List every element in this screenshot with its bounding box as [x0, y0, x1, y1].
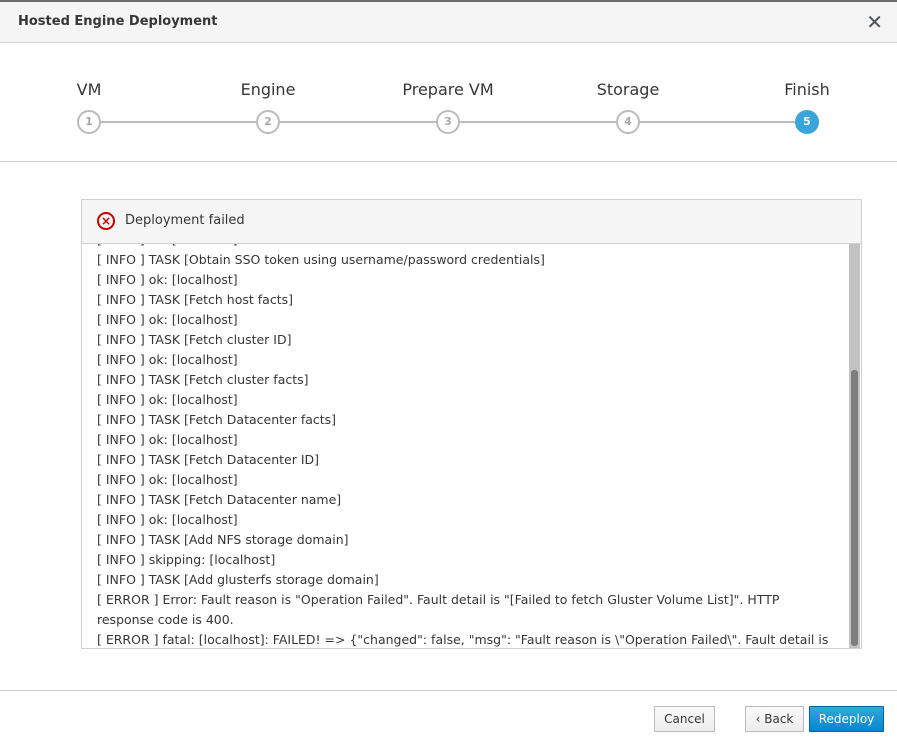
- dialog-header: Hosted Engine Deployment ✕: [0, 0, 897, 43]
- log-line: [ INFO ] TASK [Fetch cluster ID]: [97, 332, 292, 347]
- error-circle-icon: ×: [97, 212, 115, 230]
- log-line: [ INFO ] ok: [localhost]: [97, 472, 238, 487]
- step-label: Finish: [784, 80, 830, 99]
- log-line: [ INFO ] ok: [localhost]: [97, 272, 238, 287]
- log-line: [ INFO ] TASK [Fetch Datacenter ID]: [97, 452, 320, 467]
- log-line: [ INFO ] TASK [Add NFS storage domain]: [97, 532, 349, 547]
- step-label: Storage: [596, 80, 660, 99]
- step-label: Prepare VM: [402, 80, 494, 99]
- log-line: [ INFO ] TASK [Obtain SSO token using us…: [97, 252, 545, 267]
- log-line: [ INFO ] ok: [localhost]: [97, 352, 238, 367]
- panel-header: × Deployment failed: [82, 200, 861, 244]
- step-number[interactable]: 1: [77, 110, 101, 134]
- log-line: [ INFO ] ok: [localhost]: [97, 312, 238, 327]
- step-number[interactable]: 3: [436, 110, 460, 134]
- wizard-steps: VM 1 Engine 2 Prepare VM 3 Storage 4 Finish 5: [0, 44, 897, 162]
- log-line: [ INFO ] ok: [localhost]: [97, 432, 238, 447]
- log-line: [ INFO ] TASK [Fetch Datacenter name]: [97, 492, 342, 507]
- log-line: [ ERROR ] Error: Fault reason is "Operat…: [97, 592, 784, 627]
- log-line: [ INFO ] TASK [Fetch Datacenter facts]: [97, 412, 337, 427]
- dialog-footer: Cancel ‹ Back Redeploy: [0, 690, 897, 749]
- step-number[interactable]: 5: [795, 110, 819, 134]
- deployment-status-panel: × Deployment failed [ INFO ] ok: [localh…: [81, 199, 862, 649]
- dialog-title: Hosted Engine Deployment: [18, 14, 218, 29]
- close-icon[interactable]: ✕: [866, 10, 883, 34]
- panel-title: Deployment failed: [125, 213, 245, 228]
- log-line: [ INFO ] TASK [Add glusterfs storage dom…: [97, 572, 379, 587]
- log-line: [ INFO ] ok: [localhost]: [97, 392, 238, 407]
- step-number[interactable]: 2: [256, 110, 280, 134]
- log-scrollbar[interactable]: [849, 244, 860, 648]
- step-number[interactable]: 4: [616, 110, 640, 134]
- cancel-button[interactable]: Cancel: [654, 706, 715, 732]
- log-line: [ INFO ] TASK [Fetch cluster facts]: [97, 372, 309, 387]
- log-line: [ ERROR ] fatal: [localhost]: FAILED! =>…: [97, 632, 829, 647]
- scrollbar-thumb[interactable]: [851, 370, 858, 646]
- log-line: [ INFO ] skipping: [localhost]: [97, 552, 276, 567]
- deployment-log[interactable]: [ INFO ] ok: [localhost] [ INFO ] TASK [O…: [82, 244, 849, 648]
- redeploy-button[interactable]: Redeploy: [809, 706, 884, 732]
- back-button[interactable]: ‹ Back: [745, 706, 804, 732]
- log-line: [ INFO ] TASK [Fetch host facts]: [97, 292, 293, 307]
- step-label: Engine: [240, 80, 296, 99]
- step-label: VM: [76, 80, 102, 99]
- log-line: [ INFO ] ok: [localhost]: [97, 512, 238, 527]
